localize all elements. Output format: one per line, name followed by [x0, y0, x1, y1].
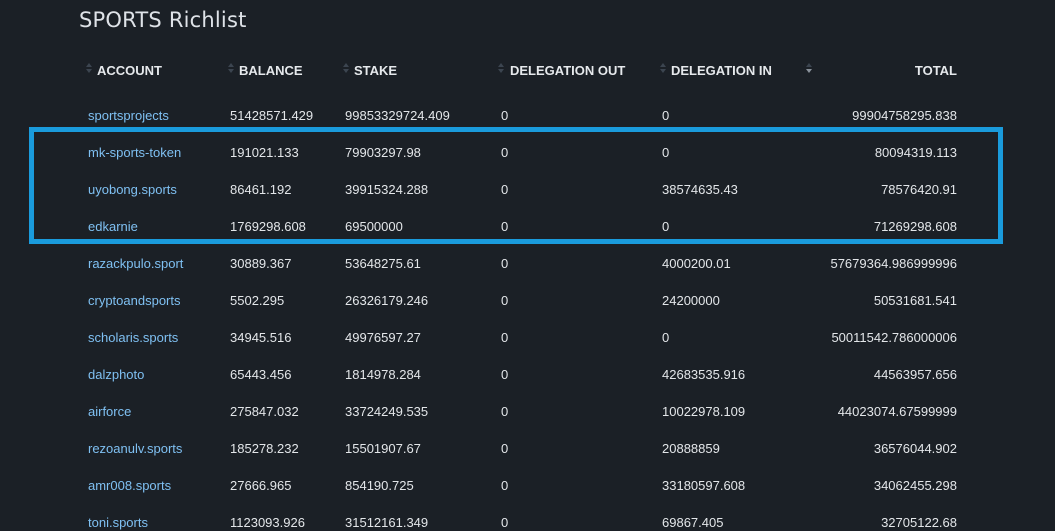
table-row: dalzphoto 65443.456 1814978.284 0 42683535.9…: [0, 357, 1055, 394]
table-row: scholaris.sports 34945.516 49976597.27 0 0 50…: [0, 320, 1055, 357]
account-link[interactable]: amr008.sports: [88, 478, 171, 493]
account-link[interactable]: dalzphoto: [88, 367, 144, 382]
table-row: amr008.sports 27666.965 854190.725 0 3318059…: [0, 468, 1055, 505]
delegation-out-cell: 0: [501, 293, 509, 308]
total-cell: 50011542.786000006: [831, 330, 957, 345]
account-link[interactable]: airforce: [88, 404, 131, 419]
stake-cell: 33724249.535: [345, 404, 429, 419]
richlist-page: SPORTS Richlist ACCOUNT BALANCE STAKE DE…: [0, 0, 1055, 531]
sort-icon-account[interactable]: [86, 62, 92, 76]
column-header-delegation-in[interactable]: DELEGATION IN: [671, 63, 772, 78]
column-header-delegation-out[interactable]: DELEGATION OUT: [510, 63, 625, 78]
table-row: airforce 275847.032 33724249.535 0 10022978.…: [0, 394, 1055, 431]
stake-cell: 53648275.61: [345, 256, 421, 271]
delegation-out-cell: 0: [501, 367, 509, 382]
balance-cell: 34945.516: [230, 330, 292, 345]
stake-cell: 99853329724.409: [345, 108, 450, 123]
delegation-out-cell: 0: [501, 404, 509, 419]
stake-cell: 26326179.246: [345, 293, 429, 308]
delegation-out-cell: 0: [501, 515, 509, 530]
total-cell: 32705122.68: [881, 515, 957, 530]
page-title: SPORTS Richlist: [79, 8, 247, 32]
balance-cell: 275847.032: [230, 404, 299, 419]
table-row: rezoanulv.sports 185278.232 15501907.67 0 20…: [0, 431, 1055, 468]
delegation-out-cell: 0: [501, 478, 509, 493]
delegation-out-cell: 0: [501, 108, 509, 123]
stake-cell: 49976597.27: [345, 330, 421, 345]
column-header-balance[interactable]: BALANCE: [239, 63, 303, 78]
account-link[interactable]: sportsprojects: [88, 108, 169, 123]
column-header-stake[interactable]: STAKE: [354, 63, 397, 78]
total-cell: 57679364.986999996: [830, 256, 957, 271]
account-link[interactable]: rezoanulv.sports: [88, 441, 182, 456]
column-header-total[interactable]: TOTAL: [915, 63, 957, 78]
delegation-in-cell: 0: [662, 108, 670, 123]
total-cell: 34062455.298: [873, 478, 957, 493]
delegation-out-cell: 0: [501, 330, 509, 345]
table-row: razackpulo.sport 30889.367 53648275.61 0 400…: [0, 246, 1055, 283]
total-cell: 50531681.541: [873, 293, 957, 308]
sort-icon-delegation-out[interactable]: [498, 62, 504, 76]
total-cell: 36576044.902: [873, 441, 957, 456]
delegation-in-cell: 0: [662, 330, 670, 345]
balance-cell: 51428571.429: [230, 108, 314, 123]
delegation-out-cell: 0: [501, 441, 509, 456]
delegation-in-cell: 4000200.01: [662, 256, 731, 271]
balance-cell: 185278.232: [230, 441, 299, 456]
sort-icon-delegation-in[interactable]: [660, 62, 666, 76]
account-link[interactable]: razackpulo.sport: [88, 256, 183, 271]
total-cell: 44563957.656: [873, 367, 957, 382]
total-cell: 44023074.67599999: [837, 404, 957, 419]
table-row: toni.sports 1123093.926 31512161.349 0 69867…: [0, 505, 1055, 531]
column-header-account[interactable]: ACCOUNT: [97, 63, 162, 78]
sort-icon-stake[interactable]: [343, 62, 349, 76]
balance-cell: 65443.456: [230, 367, 292, 382]
balance-cell: 30889.367: [230, 256, 292, 271]
stake-cell: 1814978.284: [345, 367, 421, 382]
account-link[interactable]: toni.sports: [88, 515, 148, 530]
table-row: cryptoandsports 5502.295 26326179.246 0 2420…: [0, 283, 1055, 320]
account-link[interactable]: cryptoandsports: [88, 293, 181, 308]
balance-cell: 5502.295: [230, 293, 285, 308]
balance-cell: 1123093.926: [230, 515, 305, 530]
stake-cell: 854190.725: [345, 478, 414, 493]
stake-cell: 15501907.67: [345, 441, 421, 456]
delegation-in-cell: 24200000: [662, 293, 720, 308]
highlight-box: [29, 127, 1003, 244]
sort-icon-balance[interactable]: [228, 62, 234, 76]
delegation-in-cell: 42683535.916: [662, 367, 746, 382]
delegation-in-cell: 10022978.109: [662, 404, 746, 419]
delegation-out-cell: 0: [501, 256, 509, 271]
delegation-in-cell: 33180597.608: [662, 478, 746, 493]
account-link[interactable]: scholaris.sports: [88, 330, 178, 345]
stake-cell: 31512161.349: [345, 515, 429, 530]
delegation-in-cell: 69867.405: [662, 515, 724, 530]
balance-cell: 27666.965: [230, 478, 292, 493]
delegation-in-cell: 20888859: [662, 441, 720, 456]
total-cell: 99904758295.838: [852, 108, 957, 123]
sort-icon-total[interactable]: [806, 62, 812, 76]
